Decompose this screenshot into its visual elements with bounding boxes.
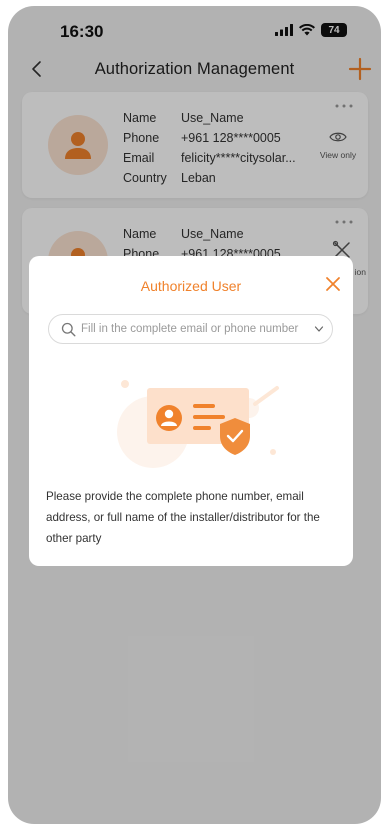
search-icon <box>61 322 76 336</box>
authorized-user-dialog: Authorized User Please provide the compl… <box>29 256 353 566</box>
close-icon[interactable] <box>325 276 341 292</box>
dialog-title: Authorized User <box>140 278 242 294</box>
search-field[interactable] <box>48 314 333 344</box>
search-input[interactable] <box>81 323 314 335</box>
id-card-verified-illustration <box>117 380 279 468</box>
chevron-down-icon[interactable] <box>314 324 324 334</box>
dialog-description: Please provide the complete phone number… <box>46 490 320 545</box>
